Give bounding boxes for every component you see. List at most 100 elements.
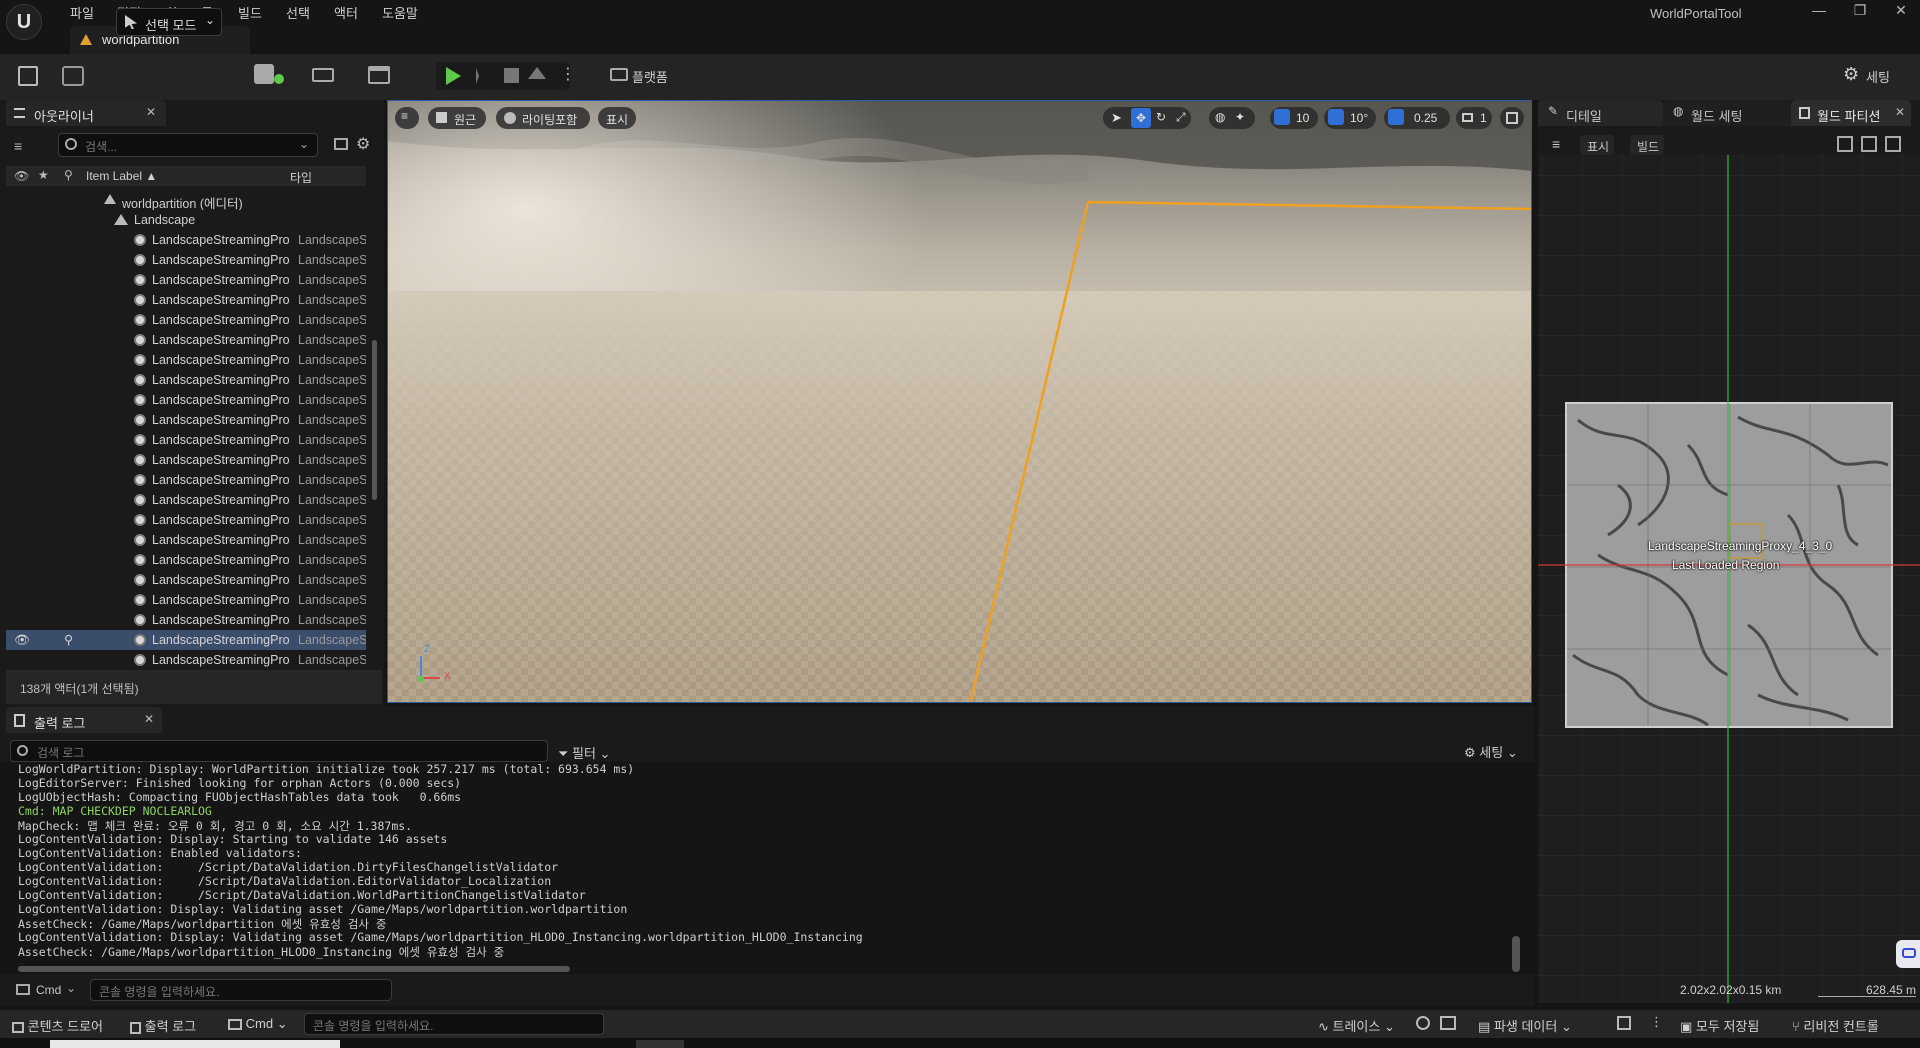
menu-select[interactable]: 선택 [286,3,310,22]
cmd-selector[interactable]: Cmd ⌄ [228,1016,288,1032]
outliner-search-input[interactable]: 검색... ⌄ [58,133,318,157]
grid-snap-button[interactable]: 10 [1270,107,1318,129]
outliner-row[interactable]: LandscapeStreamingProxy LandscapeStreamin… [6,250,366,270]
taskbar-thumbnail[interactable] [50,1040,340,1048]
pin-icon[interactable]: ⚲ [64,632,73,647]
menu-actor[interactable]: 액터 [334,3,358,22]
trace-button[interactable]: ∿ 트레이스 ⌄ [1318,1016,1395,1035]
wp-select-icon[interactable] [1837,136,1853,152]
source-control-icon[interactable] [1617,1016,1631,1030]
output-log-button[interactable]: 출력 로그 [130,1016,196,1035]
add-actor-icon[interactable] [254,64,274,84]
outliner-row[interactable]: LandscapeStreamingProxy LandscapeStreamin… [6,350,366,370]
col-item-label[interactable]: Item Label ▲ [86,169,157,183]
close-icon[interactable]: ✕ [1895,105,1905,119]
close-icon[interactable]: ✕ [146,105,156,119]
taskbar-item[interactable] [636,1040,684,1048]
outliner-row[interactable]: LandscapeStreamingProxy LandscapeStreamin… [6,410,366,430]
outliner-row[interactable]: LandscapeStreamingProxy LandscapeStreamin… [6,390,366,410]
selection-mode-dropdown[interactable]: 선택 모드 ⌄ [116,8,222,36]
pin-icon[interactable]: ⚲ [64,168,73,182]
log-filter-button[interactable]: ⏷ 필터 ⌄ [558,743,610,762]
chat-widget-icon[interactable] [1896,940,1920,968]
log-horizontal-scrollbar[interactable] [18,966,570,972]
stop-icon[interactable] [504,68,519,83]
gear-icon[interactable]: ⚙ [1843,64,1859,85]
record-icon[interactable] [1416,1016,1430,1030]
outliner-row[interactable]: LandscapeStreamingProxy LandscapeStreamin… [6,510,366,530]
settings-label[interactable]: 세팅 [1866,67,1890,86]
outliner-world-row[interactable]: worldpartition (에디터) [6,190,366,210]
surface-snap-icon[interactable]: ✦ [1235,110,1245,124]
move-tool-icon[interactable]: ✥ [1131,108,1151,128]
tab-world-settings[interactable]: ◍ 월드 세팅 [1663,100,1791,126]
menu-build[interactable]: 빌드 [238,3,262,22]
unreal-logo-icon[interactable]: U [6,4,42,40]
maximize-icon[interactable]: ❐ [1845,2,1875,24]
save-icon[interactable] [18,66,38,86]
blueprint-icon[interactable] [312,68,334,82]
outliner-row[interactable]: LandscapeStreamingProxy LandscapeStreamin… [6,230,366,250]
cinematics-icon[interactable] [368,66,390,84]
outliner-row[interactable]: LandscapeStreamingProxy LandscapeStreamin… [6,330,366,350]
col-type[interactable]: 타입 [290,169,312,186]
outliner-row[interactable]: 👁 ⚲ LandscapeStreamingProxy LandscapeStream… [6,630,366,650]
maximize-viewport-icon[interactable] [1500,107,1524,129]
viewport-menu-icon[interactable]: ≡ [395,107,419,129]
tab-output-log[interactable]: 출력 로그 ✕ [6,707,162,733]
add-folder-icon[interactable] [334,138,348,150]
level-viewport[interactable] [387,100,1532,703]
outliner-row[interactable]: LandscapeStreamingProxy LandscapeStreamin… [6,650,366,670]
outliner-landscape-row[interactable]: Landscape [6,210,366,230]
outliner-row[interactable]: LandscapeStreamingProxy LandscapeStreamin… [6,290,366,310]
camera-speed-button[interactable]: 1 [1456,107,1492,129]
log-cmd-selector[interactable]: Cmd ⌄ [14,980,82,1002]
more-options-icon[interactable]: ⋮ [560,64,576,84]
log-settings-button[interactable]: ⚙ 세팅 ⌄ [1464,742,1518,761]
outliner-row[interactable]: LandscapeStreamingProxy LandscapeStreamin… [6,570,366,590]
rotate-tool-icon[interactable]: ↻ [1156,110,1166,124]
globe-icon[interactable]: ◍ [1215,110,1225,124]
outliner-row[interactable]: LandscapeStreamingProxy LandscapeStreamin… [6,550,366,570]
outliner-row[interactable]: LandscapeStreamingProxy LandscapeStreamin… [6,470,366,490]
outliner-scrollbar[interactable] [372,340,377,500]
outliner-row[interactable]: LandscapeStreamingProxy LandscapeStreamin… [6,310,366,330]
eye-icon[interactable]: 👁 [14,169,29,183]
rotation-snap-button[interactable]: 10° [1324,107,1376,129]
scale-tool-icon[interactable]: ⤢ [1176,110,1186,125]
step-icon[interactable] [476,68,490,84]
derived-data-button[interactable]: ▤ 파생 데이터 ⌄ [1478,1016,1572,1035]
close-icon[interactable]: ✕ [144,712,154,726]
console-input[interactable]: 콘솔 명령을 입력하세요. [304,1013,604,1035]
platform-icon[interactable] [610,68,628,81]
log-vertical-scrollbar[interactable] [1512,936,1520,972]
browse-icon[interactable] [62,66,84,86]
outliner-row[interactable]: LandscapeStreamingProxy LandscapeStreamin… [6,490,366,510]
tab-details[interactable]: ✎ 디테일 [1538,100,1663,126]
eye-icon[interactable]: 👁 [14,633,30,648]
outliner-row[interactable]: LandscapeStreamingProxy LandscapeStreamin… [6,610,366,630]
eject-icon[interactable] [528,67,546,79]
play-icon[interactable] [446,67,461,85]
platform-label[interactable]: 플랫폼 [632,67,668,86]
show-button[interactable]: 표시 [598,107,636,129]
outliner-row[interactable]: LandscapeStreamingProxy LandscapeStreamin… [6,530,366,550]
lighting-button[interactable]: 라이팅포함 [496,107,590,129]
screenshot-icon[interactable] [1440,1016,1456,1030]
world-partition-map[interactable]: LandscapeStreamingProxy_4_3_0 Last Loade… [1538,155,1920,1003]
outliner-row[interactable]: LandscapeStreamingProxy LandscapeStreamin… [6,270,366,290]
tab-outliner[interactable]: 아웃라이너 ✕ [6,100,166,126]
minimize-icon[interactable]: — [1804,2,1834,24]
outliner-row[interactable]: LandscapeStreamingProxy LandscapeStreamin… [6,450,366,470]
save-all-button[interactable]: ▣ 모두 저장됨 [1680,1016,1759,1035]
tab-world-partition[interactable]: 월드 파티션 ✕ [1791,100,1911,126]
perspective-button[interactable]: 원근 [428,107,486,129]
wp-build-button[interactable]: 빌드 [1630,135,1664,155]
select-tool-icon[interactable]: ➤ [1111,110,1122,126]
outliner-row[interactable]: LandscapeStreamingProxy LandscapeStreamin… [6,590,366,610]
filter-icon[interactable]: ≡ [14,138,22,154]
revision-control-button[interactable]: ⑂ 리비전 컨트롤 [1792,1016,1879,1035]
menu-file[interactable]: 파일 [70,3,94,22]
menu-help[interactable]: 도움말 [382,3,418,22]
gear-icon[interactable]: ⚙ [356,134,370,154]
